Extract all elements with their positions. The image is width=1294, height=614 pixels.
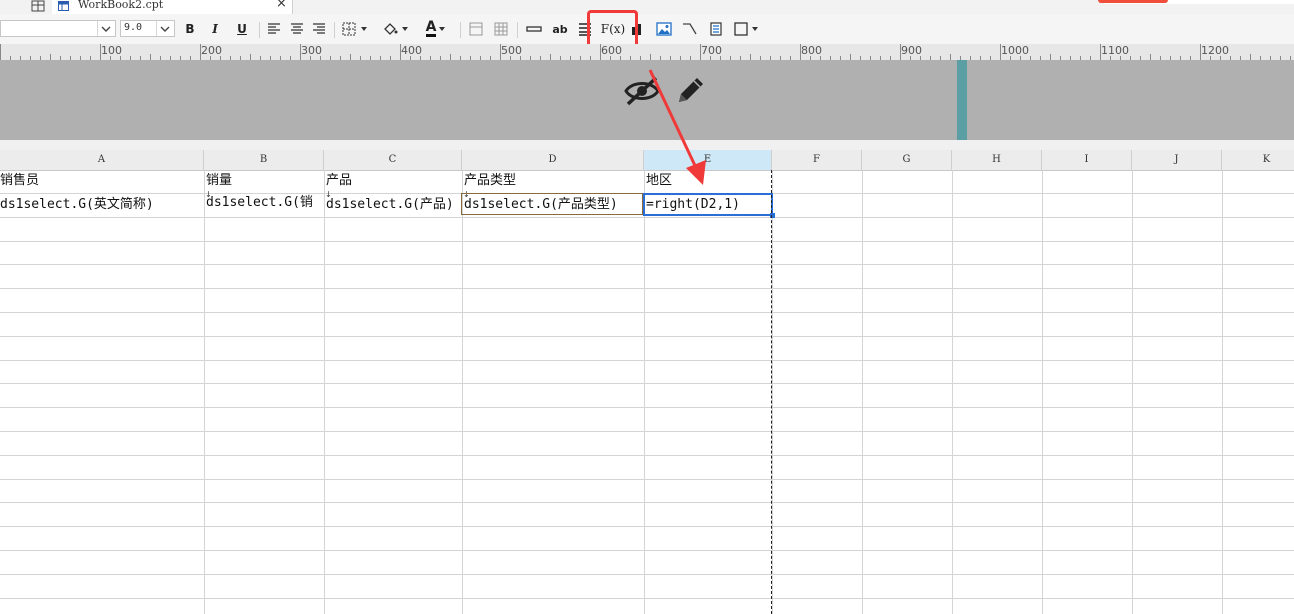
chevron-down-icon[interactable] — [156, 21, 174, 36]
ruler-label: 200 — [201, 44, 222, 57]
cell-c2[interactable]: ds1select.G(产品) — [326, 195, 460, 215]
text-field-icon — [526, 26, 542, 32]
chevron-down-icon[interactable] — [97, 21, 115, 36]
cell-e1[interactable]: 地区 — [646, 171, 770, 191]
insert-image-button[interactable] — [654, 18, 674, 40]
merge-cells-button[interactable] — [467, 18, 485, 40]
column-header-c[interactable]: C — [324, 150, 462, 170]
ruler-label: 1000 — [1001, 44, 1029, 57]
page-break-line — [771, 170, 772, 614]
tab-workbook[interactable]: WorkBook2.cpt × — [52, 0, 293, 14]
ruler-label: 700 — [701, 44, 722, 57]
ruler-label: 300 — [301, 44, 322, 57]
align-left-icon — [268, 23, 280, 34]
formula-button-highlight — [587, 10, 638, 48]
ruler-ticks — [0, 44, 1291, 60]
ruler-label: 500 — [501, 44, 522, 57]
align-right-icon — [313, 23, 325, 34]
italic-button[interactable]: I — [206, 18, 224, 40]
cell-a1[interactable]: 销售员 — [0, 171, 202, 191]
align-center-icon — [291, 23, 303, 34]
cell-b1[interactable]: 销量 — [206, 171, 322, 191]
column-header-g[interactable]: G — [862, 150, 952, 170]
spreadsheet-grid[interactable]: A B C D E F G H I J K 销售员 销量 产品 产品类型 地区 … — [0, 150, 1294, 614]
tab-bar: WorkBook2.cpt × — [0, 0, 1294, 14]
page-boundary-marker — [957, 60, 967, 140]
band-spacer — [0, 140, 1294, 150]
align-right-button[interactable] — [310, 18, 328, 40]
column-header-a[interactable]: A — [0, 150, 204, 170]
toolbar: 9.0 B I U A ab F(x) — [0, 14, 1294, 45]
document-icon — [710, 22, 722, 36]
horizontal-ruler: 100 200 300 400 500 600 700 800 900 1000… — [0, 44, 1294, 61]
ruler-label: 1200 — [1201, 44, 1229, 57]
slash-icon — [683, 23, 697, 35]
column-header-i[interactable]: I — [1042, 150, 1132, 170]
image-icon — [656, 22, 672, 36]
text-cell-button[interactable] — [524, 18, 544, 40]
unmerge-cells-icon — [494, 22, 508, 36]
cell-d1[interactable]: 产品类型 — [464, 171, 642, 191]
slash-header-button[interactable] — [680, 18, 700, 40]
fill-color-button[interactable] — [381, 18, 413, 40]
font-size-value: 9.0 — [124, 22, 143, 33]
cell-area[interactable]: 销售员 销量 产品 产品类型 地区 ds1select.G(英文简称) ds1s… — [0, 170, 1294, 614]
column-header-b[interactable]: B — [204, 150, 324, 170]
expand-down-icon: ↓ — [325, 190, 332, 199]
frame-icon — [734, 22, 758, 36]
column-header-h[interactable]: H — [952, 150, 1042, 170]
toolbar-divider — [334, 22, 335, 38]
column-header-d[interactable]: D — [462, 150, 644, 170]
bold-button[interactable]: B — [181, 18, 199, 40]
toolbar-divider — [259, 22, 260, 38]
subreport-button[interactable] — [706, 18, 726, 40]
toolbar-divider — [517, 22, 518, 38]
toolbar-divider — [460, 22, 461, 38]
worksheet-file-icon — [58, 1, 69, 11]
border-icon — [342, 22, 367, 36]
align-center-button[interactable] — [288, 18, 306, 40]
ruler-label: 1100 — [1101, 44, 1129, 57]
cell-a2[interactable]: ds1select.G(英文简称) — [0, 195, 202, 215]
column-header-bar: A B C D E F G H I J K — [0, 150, 1294, 171]
column-header-f[interactable]: F — [772, 150, 862, 170]
cell-c1[interactable]: 产品 — [326, 171, 460, 191]
pencil-icon[interactable] — [673, 74, 707, 108]
ruler-label: 900 — [901, 44, 922, 57]
grid-lines — [0, 170, 1294, 614]
cell-d2-outline — [461, 193, 643, 215]
border-button[interactable] — [340, 18, 372, 40]
popup-accent-edge — [1098, 0, 1168, 3]
paint-bucket-icon — [384, 23, 408, 35]
header-region — [0, 60, 1294, 140]
more-options-button[interactable] — [732, 18, 762, 40]
column-header-j[interactable]: J — [1132, 150, 1222, 170]
chevron-down-icon — [439, 27, 446, 31]
close-icon[interactable]: × — [276, 0, 287, 11]
font-size-select[interactable]: 9.0 — [120, 20, 175, 37]
expand-down-icon: ↓ — [205, 190, 212, 199]
underline-button[interactable]: U — [233, 18, 251, 40]
column-header-k[interactable]: K — [1222, 150, 1294, 170]
ruler-label: 800 — [801, 44, 822, 57]
align-left-button[interactable] — [265, 18, 283, 40]
wrap-text-button[interactable]: ab — [550, 18, 570, 40]
unmerge-cells-button[interactable] — [492, 18, 510, 40]
column-header-e[interactable]: E — [644, 150, 772, 170]
selected-cell-e2 — [643, 193, 773, 216]
merge-cells-icon — [469, 22, 483, 36]
eye-off-icon[interactable] — [623, 76, 661, 106]
grid-icon[interactable] — [30, 0, 46, 12]
tab-label: WorkBook2.cpt — [78, 0, 164, 11]
ruler-label: 600 — [601, 44, 622, 57]
font-color-button[interactable]: A — [420, 18, 454, 40]
cell-b2[interactable]: ds1select.G(销 — [206, 194, 322, 216]
ruler-label: 400 — [401, 44, 422, 57]
ruler-label: 100 — [101, 44, 122, 57]
font-color-icon: A — [425, 19, 437, 37]
font-family-select[interactable] — [0, 20, 116, 37]
